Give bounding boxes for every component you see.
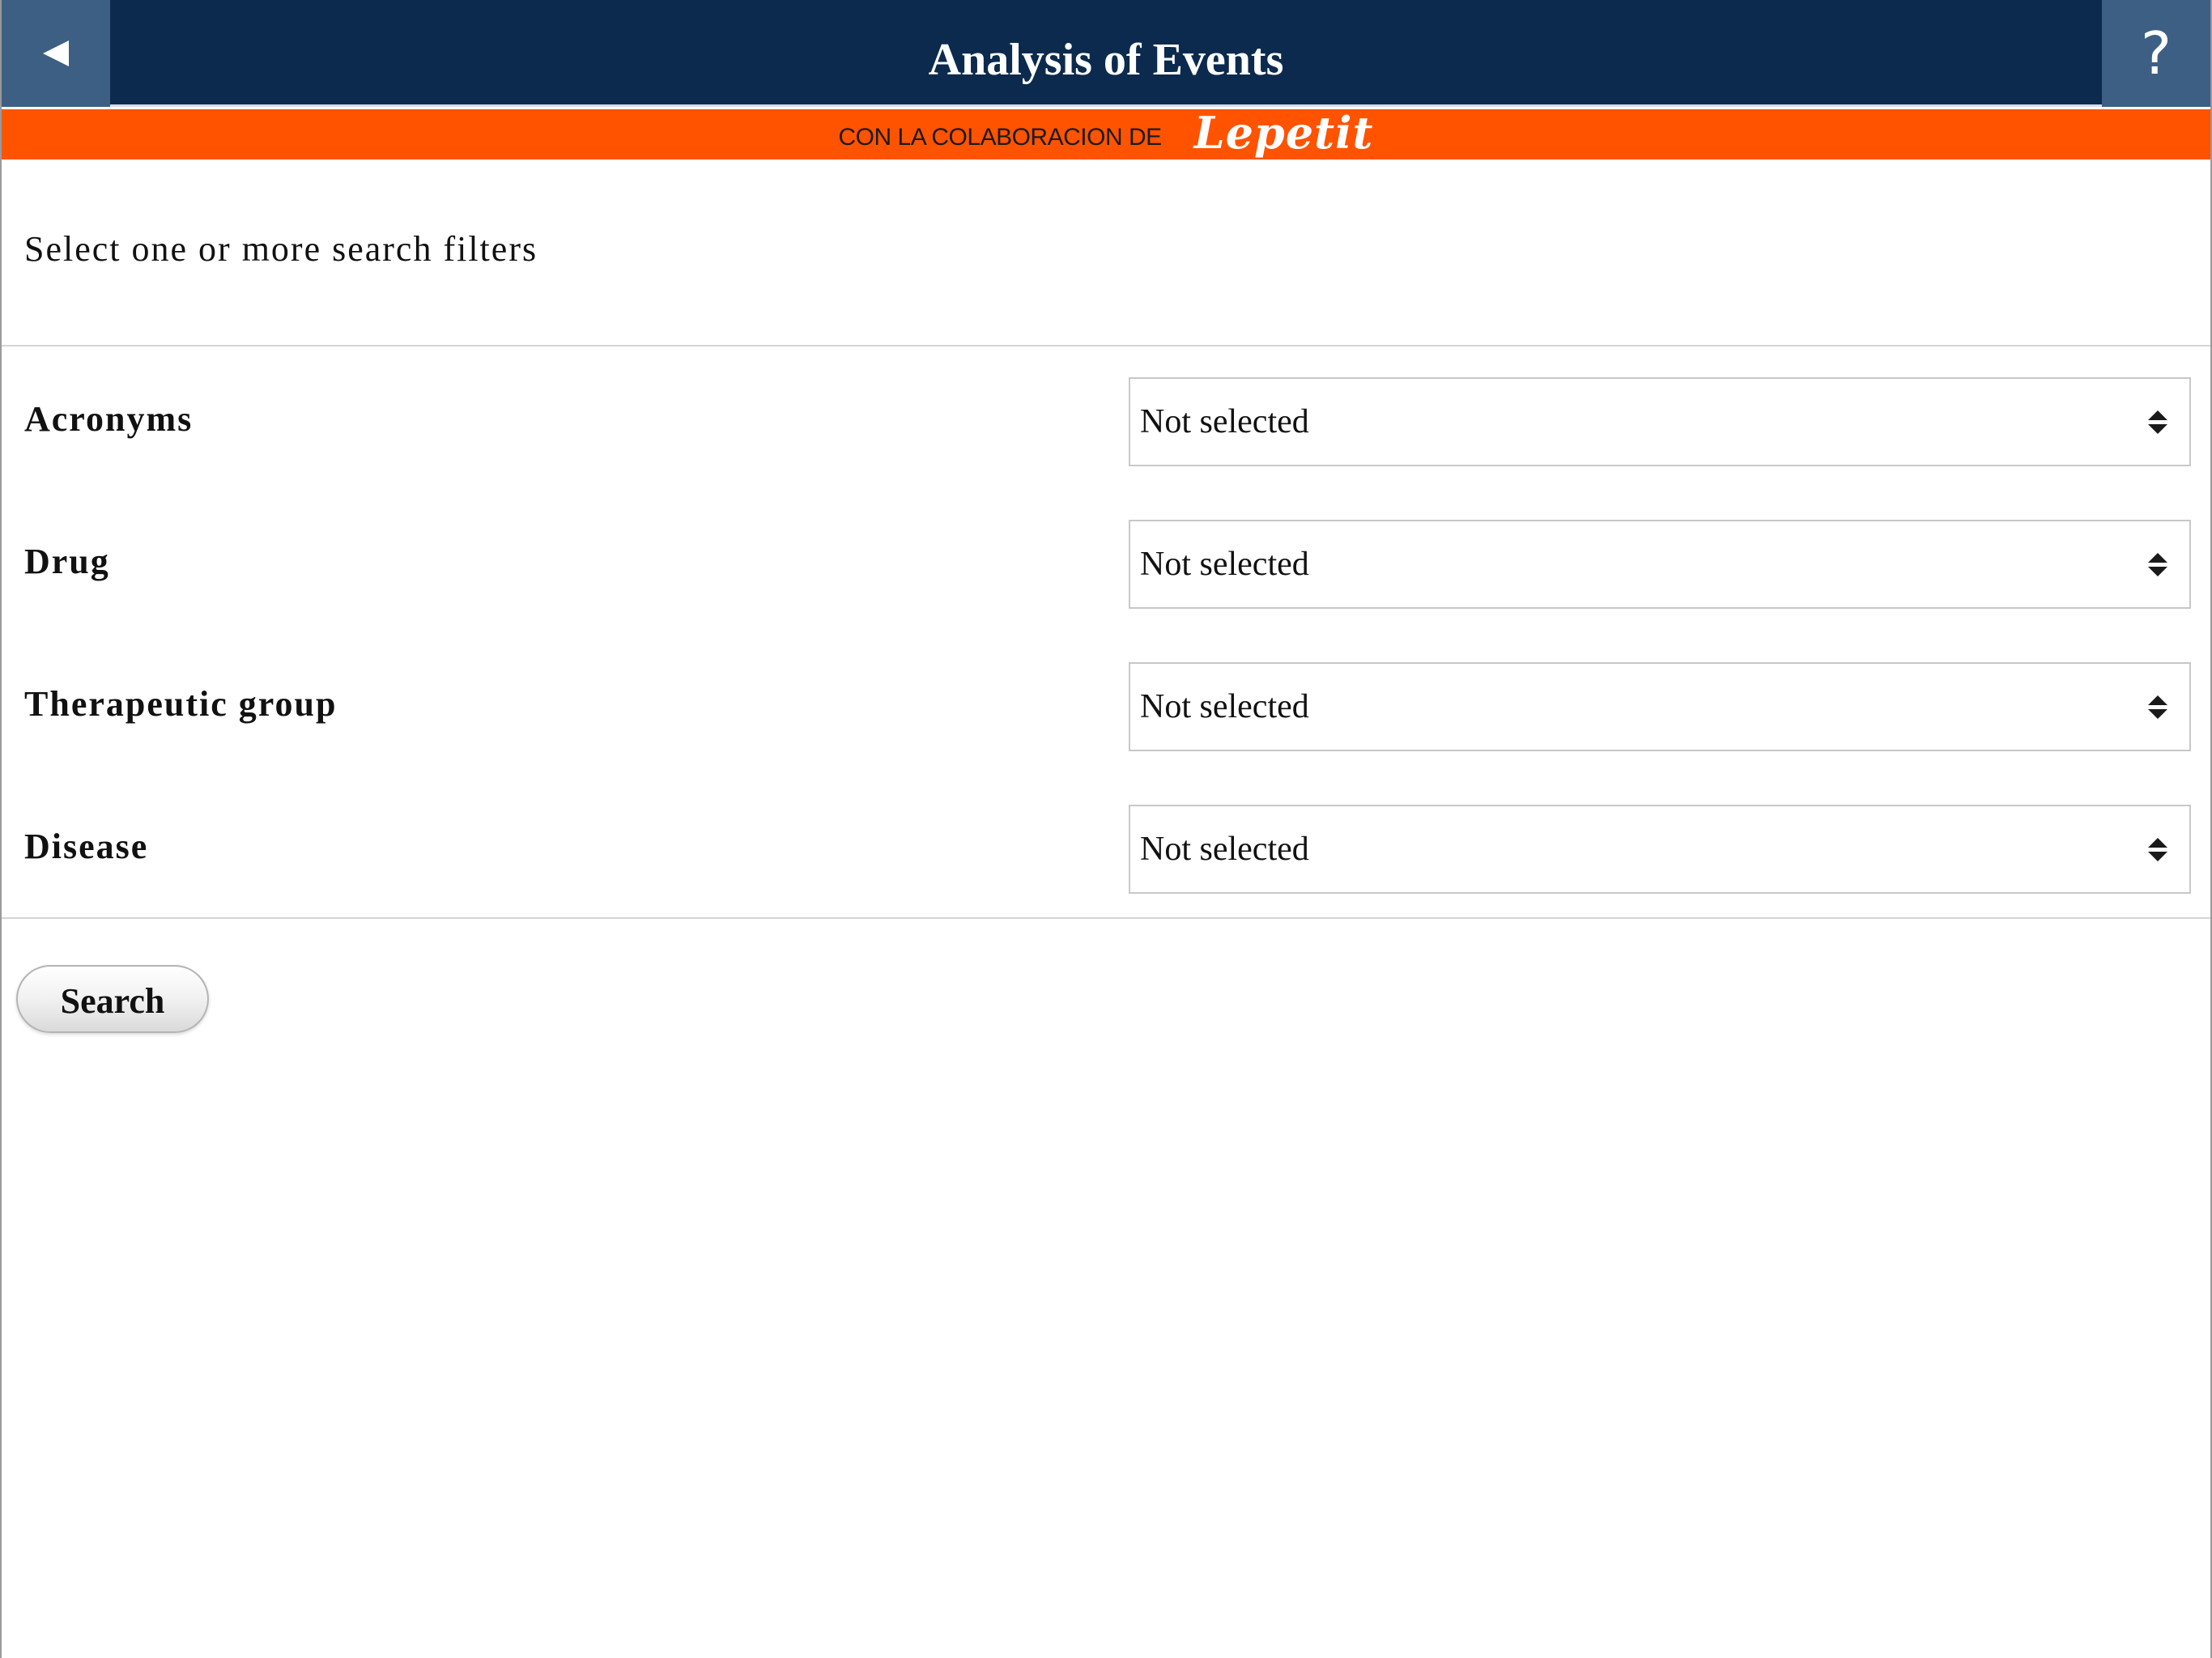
drug-select[interactable]: Not selected: [1129, 520, 2191, 609]
therapeutic-group-select[interactable]: Not selected: [1129, 662, 2191, 751]
acronyms-select[interactable]: Not selected: [1129, 377, 2191, 466]
help-button[interactable]: ?: [2102, 0, 2210, 107]
disease-select[interactable]: Not selected: [1129, 805, 2191, 894]
filter-label-drug: Drug: [24, 542, 110, 581]
select-arrows-icon: [2146, 806, 2170, 892]
filter-label-therapeutic-group: Therapeutic group: [24, 684, 338, 724]
divider-top: [2, 345, 2210, 346]
filter-label-acronyms: Acronyms: [24, 399, 194, 439]
sponsor-bar: CON LA COLABORACION DE Lepetit: [2, 107, 2210, 159]
sponsor-logo: Lepetit: [1193, 107, 1374, 159]
select-arrows-icon: [2146, 664, 2170, 750]
select-arrows-icon: [2146, 521, 2170, 607]
search-button[interactable]: Search: [16, 965, 209, 1033]
back-triangle-icon: [43, 40, 69, 66]
disease-select-value: Not selected: [1140, 831, 1309, 868]
app-header: Analysis of Events ?: [2, 0, 2210, 107]
select-arrows-icon: [2146, 379, 2170, 465]
therapeutic-group-select-value: Not selected: [1140, 688, 1309, 725]
page-title: Analysis of Events: [928, 35, 1284, 85]
divider-bottom: [2, 917, 2210, 919]
instructions-text: Select one or more search filters: [24, 229, 538, 269]
acronyms-select-value: Not selected: [1140, 403, 1309, 440]
back-button[interactable]: [2, 0, 110, 107]
filter-label-disease: Disease: [24, 827, 149, 866]
page: Analysis of Events ? CON LA COLABORACION…: [0, 0, 2212, 1658]
drug-select-value: Not selected: [1140, 546, 1309, 583]
sponsor-text: CON LA COLABORACION DE: [838, 124, 1163, 151]
